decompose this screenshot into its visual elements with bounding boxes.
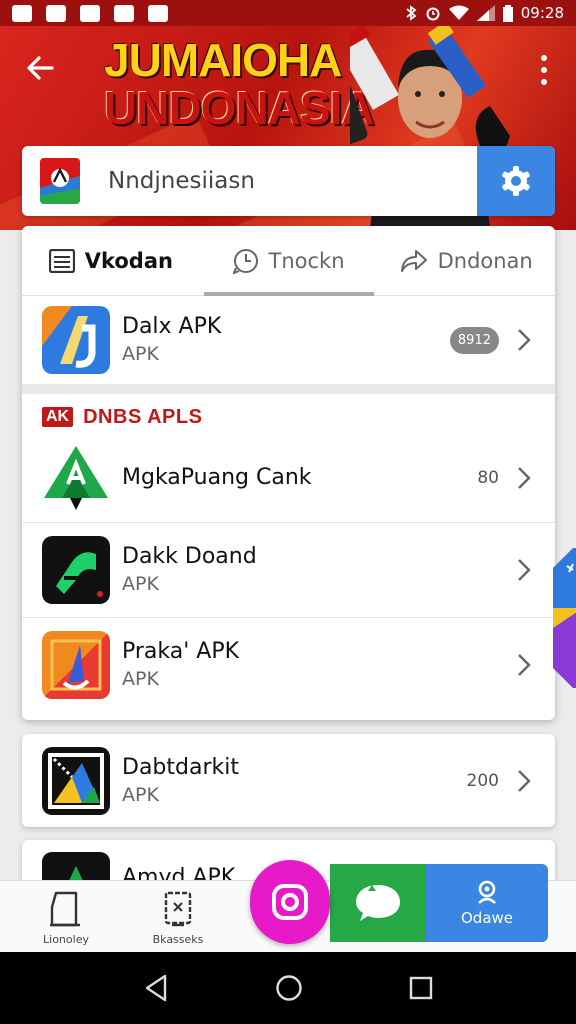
download-count-badge: 8912	[449, 326, 499, 354]
chevron-right-icon	[518, 769, 531, 792]
notification-icons	[12, 4, 168, 22]
camera-fab-button[interactable]	[250, 860, 330, 944]
list-item[interactable]: MgkaPuang Cank 80	[22, 434, 555, 522]
tab-label: Vkodan	[84, 248, 173, 273]
status-bar: 09:28	[0, 0, 576, 26]
download-count: 200	[466, 770, 499, 791]
side-card-peek	[553, 548, 576, 688]
notification-icon	[114, 4, 134, 22]
bluetooth-icon	[406, 5, 417, 21]
nav-item-bkasseks[interactable]: Bkasseks	[138, 889, 218, 946]
app-icon	[42, 536, 110, 604]
home-circle-icon[interactable]	[275, 974, 303, 1002]
camera-icon	[272, 884, 308, 920]
app-type: APK	[122, 573, 159, 595]
app-icon	[44, 446, 108, 510]
section-title: DNBS APLS	[83, 405, 203, 428]
app-logo-icon	[40, 158, 80, 204]
download-count: 80	[477, 468, 499, 488]
banner-title: JUMAIOHA UNDONASIA	[104, 34, 375, 134]
wifi-icon	[448, 5, 469, 20]
clock-icon	[232, 248, 258, 274]
back-triangle-icon[interactable]	[143, 974, 169, 1002]
settings-button[interactable]	[477, 146, 555, 216]
search-input[interactable]: Nndjnesiiasn	[108, 168, 477, 194]
gear-icon	[502, 166, 530, 196]
nav-label: Bkasseks	[152, 933, 204, 946]
overflow-menu-button[interactable]	[530, 50, 558, 90]
app-icon	[42, 306, 110, 374]
tab-vkodan[interactable]: Vkodan	[22, 226, 200, 295]
search-bar[interactable]: Nndjnesiiasn	[22, 146, 555, 216]
chevron-right-icon	[518, 467, 531, 489]
chat-button[interactable]	[330, 864, 426, 942]
app-type: APK	[122, 783, 159, 806]
app-name: Dalx APK	[122, 314, 222, 339]
section-badge: AK	[42, 407, 74, 427]
notification-icon	[46, 4, 66, 22]
app-name: Dakk Doand	[122, 544, 257, 569]
notification-icon	[148, 4, 168, 22]
user-badge-icon	[478, 880, 496, 904]
status-time: 09:28	[520, 4, 564, 22]
main-card: Vkodan Tnockn Dndonan Dalx APK APK 8912 …	[22, 226, 555, 720]
list-item[interactable]: Dakk Doand APK	[22, 522, 555, 617]
banner-title-line1: JUMAIOHA	[104, 34, 342, 86]
tab-label: Dndonan	[437, 248, 533, 273]
chevron-right-icon	[518, 329, 531, 351]
system-navigation-bar	[0, 952, 576, 1024]
alarm-icon	[426, 7, 440, 21]
odawe-button[interactable]: Odawe	[426, 864, 548, 942]
nav-item-lionoley[interactable]: Lionoley	[26, 889, 106, 946]
odawe-label: Odawe	[460, 909, 514, 927]
tab-tnockn[interactable]: Tnockn	[200, 226, 378, 295]
tab-label: Tnockn	[268, 248, 345, 273]
list-icon	[48, 248, 75, 273]
more-dot	[541, 79, 547, 85]
tab-dndonan[interactable]: Dndonan	[377, 226, 555, 295]
nav-label: Lionoley	[43, 933, 89, 946]
banner-title-line2: UNDONASIA	[104, 82, 375, 134]
more-dot	[541, 55, 547, 61]
share-icon	[400, 249, 427, 272]
app-name: Praka' APK	[122, 639, 240, 664]
section-divider	[22, 384, 555, 394]
app-card[interactable]: Dabtdarkit APK 200	[22, 734, 555, 827]
chevron-right-icon	[518, 559, 531, 581]
app-type: APK	[122, 343, 159, 365]
notification-icon	[80, 4, 100, 22]
tab-bar: Vkodan Tnockn Dndonan	[22, 226, 555, 296]
app-name: Dabtdarkit	[122, 754, 239, 780]
notification-icon	[12, 4, 32, 22]
back-arrow-icon	[27, 56, 54, 80]
signal-icon	[476, 5, 495, 21]
app-icon	[42, 746, 110, 815]
back-button[interactable]	[20, 48, 60, 88]
chat-bubble-icon	[356, 885, 400, 921]
more-dot	[541, 67, 547, 73]
app-icon	[42, 631, 110, 699]
tablet-icon	[164, 891, 192, 927]
phone-icon	[50, 891, 80, 927]
app-type: APK	[122, 668, 159, 690]
chevron-right-icon	[518, 654, 531, 676]
recents-square-icon[interactable]	[409, 976, 433, 1000]
app-name: MgkaPuang Cank	[122, 465, 312, 490]
list-item[interactable]: Dabtdarkit APK 200	[22, 734, 555, 827]
list-item[interactable]: Dalx APK APK 8912	[22, 296, 555, 384]
list-item[interactable]: Praka' APK APK	[22, 617, 555, 712]
battery-icon	[502, 4, 513, 22]
